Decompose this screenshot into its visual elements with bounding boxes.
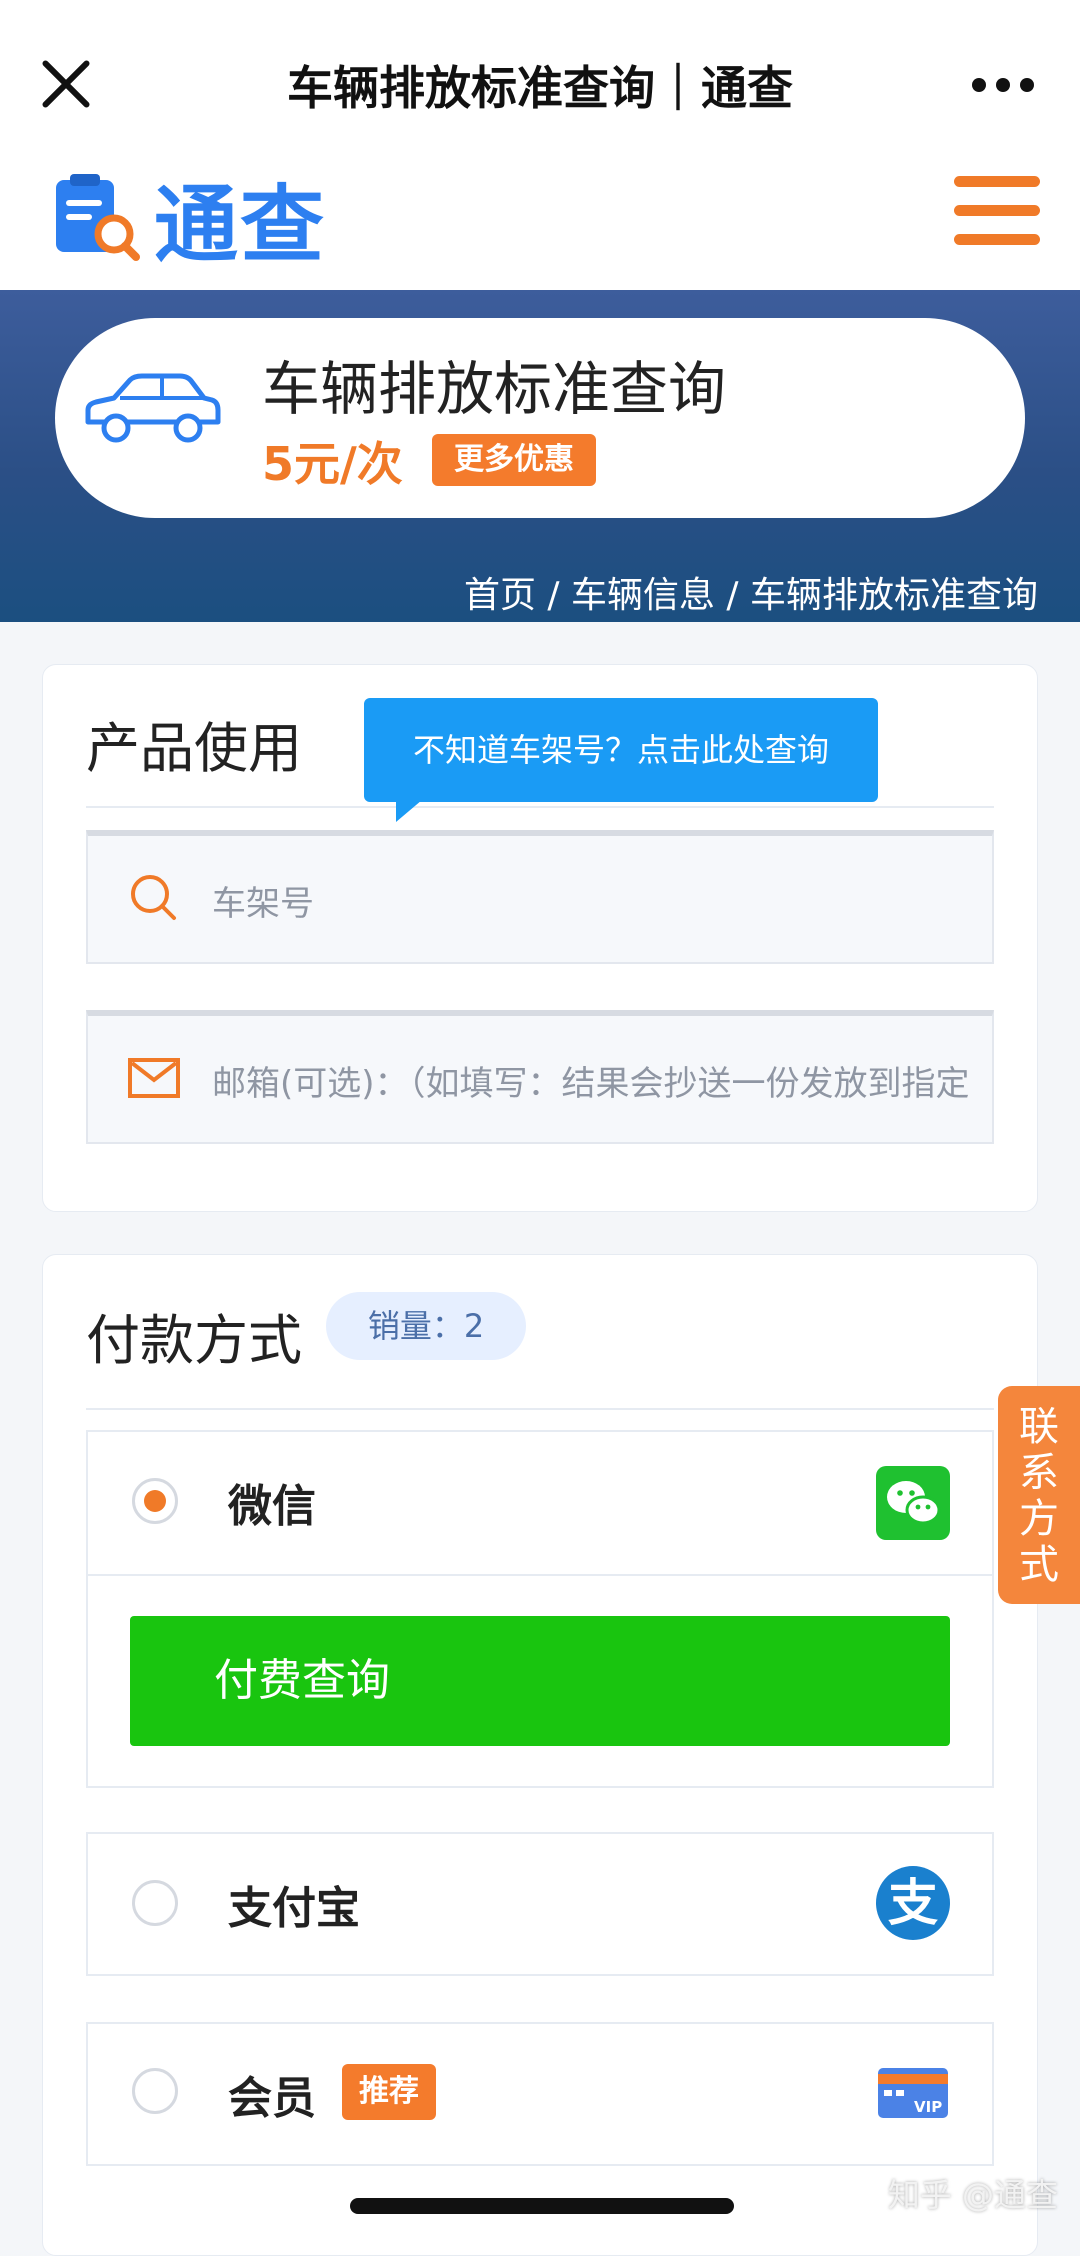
mail-icon bbox=[128, 1058, 180, 1098]
contact-tab[interactable]: 联系方式 bbox=[998, 1386, 1080, 1604]
payment-title: 付款方式 bbox=[86, 1309, 302, 1372]
vin-input-placeholder: 车架号 bbox=[212, 884, 314, 924]
product-title: 车辆排放标准查询 bbox=[262, 355, 727, 423]
divider bbox=[86, 1408, 994, 1410]
more-discounts-button[interactable]: 更多优惠 bbox=[432, 434, 596, 486]
svg-text:VIP: VIP bbox=[914, 2098, 942, 2116]
car-icon bbox=[85, 373, 221, 443]
breadcrumb[interactable]: 首页 / 车辆信息 / 车辆排放标准查询 bbox=[464, 566, 1038, 618]
membership-radio[interactable] bbox=[132, 2068, 178, 2114]
vin-help-tooltip[interactable]: 不知道车架号？点击此处查询 bbox=[364, 698, 878, 802]
membership-label: 会员 bbox=[228, 2073, 316, 2124]
pay-query-button[interactable]: 付费查询 bbox=[130, 1616, 950, 1746]
wechat-icon bbox=[876, 1466, 950, 1540]
product-price: 5元/次 bbox=[262, 437, 403, 491]
search-icon bbox=[131, 875, 176, 920]
wechat-radio[interactable] bbox=[132, 1478, 178, 1524]
alipay-label: 支付宝 bbox=[228, 1883, 360, 1934]
brand-logo-text: 通查 bbox=[154, 176, 327, 274]
alipay-option[interactable] bbox=[86, 1832, 994, 1976]
alipay-radio[interactable] bbox=[132, 1880, 178, 1926]
tooltip-tail bbox=[396, 800, 422, 822]
home-indicator bbox=[350, 2198, 734, 2214]
alipay-icon: 支 bbox=[876, 1866, 950, 1940]
email-input-placeholder: 邮箱(可选)：（如填写：结果会抄送一份发放到指定 bbox=[212, 1064, 970, 1104]
more-icon[interactable] bbox=[972, 78, 1034, 92]
menu-icon[interactable] bbox=[954, 176, 1040, 246]
divider bbox=[86, 806, 994, 808]
wechat-label: 微信 bbox=[228, 1481, 316, 1532]
vip-card-icon: VIP bbox=[878, 2068, 948, 2118]
divider bbox=[88, 1574, 992, 1576]
sales-badge: 销量：2 bbox=[326, 1292, 526, 1360]
recommended-badge: 推荐 bbox=[342, 2064, 436, 2120]
close-icon[interactable] bbox=[40, 58, 92, 110]
logo-icon bbox=[56, 174, 140, 261]
watermark: 知乎 @通查 bbox=[887, 2176, 1058, 2214]
product-usage-title: 产品使用 bbox=[86, 717, 302, 780]
contact-tab-label: 联系方式 bbox=[1019, 1404, 1059, 1588]
page-title: 车辆排放标准查询｜通查 bbox=[287, 61, 793, 115]
membership-option[interactable] bbox=[86, 2022, 994, 2166]
